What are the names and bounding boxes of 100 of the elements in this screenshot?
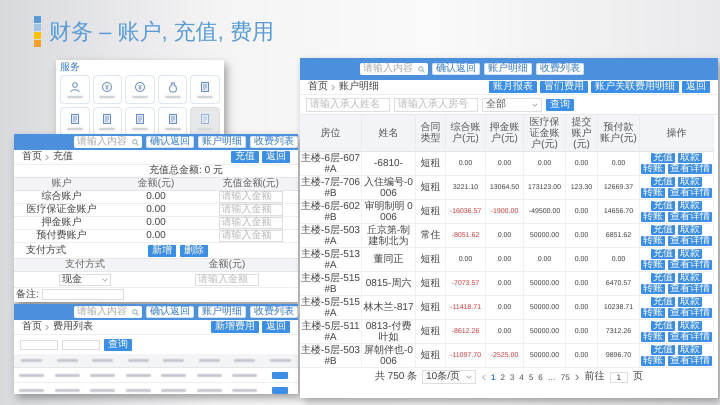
service-tile[interactable] — [60, 107, 90, 136]
row-action-button[interactable]: 转账 — [641, 284, 665, 294]
toolbar-button[interactable]: 确认返回 — [146, 136, 194, 148]
row-action-button[interactable] — [272, 372, 288, 378]
row-action-button[interactable] — [272, 386, 288, 394]
column-header: 支付方式 — [14, 259, 156, 272]
page-size-select[interactable]: 10条/页 — [422, 370, 476, 384]
row-action-button[interactable]: 充值 — [651, 273, 675, 283]
filter-input-field[interactable] — [20, 340, 58, 350]
row-action-button[interactable]: 充值 — [651, 321, 675, 331]
previous-page-icon[interactable] — [481, 374, 486, 380]
row-action-button[interactable]: 转账 — [641, 236, 665, 246]
page-link[interactable]: … — [548, 372, 556, 382]
document-icon — [199, 113, 212, 125]
table-cell: 押金账户 — [14, 217, 109, 230]
page-link[interactable]: 2 — [500, 372, 505, 382]
row-action-button[interactable]: 充值 — [651, 345, 675, 355]
row-action-button[interactable]: 转账 — [641, 212, 665, 222]
action-button[interactable]: 返回 — [682, 81, 710, 93]
section-title: 支付方式 — [26, 246, 66, 256]
service-tile[interactable] — [92, 75, 122, 104]
toolbar-button[interactable]: 账户明细 — [198, 136, 246, 148]
search-button[interactable]: 查询 — [546, 98, 574, 110]
row-action-button[interactable]: 充值 — [651, 177, 675, 187]
page-link[interactable]: 5 — [528, 372, 534, 382]
amount-input-field[interactable]: 请输入金额 — [218, 191, 283, 203]
row-action-button[interactable]: 转账 — [641, 164, 665, 174]
row-action-button[interactable]: 转账 — [641, 308, 665, 318]
filter-input-field[interactable] — [62, 340, 100, 350]
illegible-header — [198, 359, 220, 362]
amount-input-field[interactable]: 请输入金额 — [218, 204, 283, 216]
row-action-button[interactable]: 转账 — [641, 332, 665, 342]
breadcrumb-link[interactable]: 首页 — [308, 82, 328, 92]
filter-select[interactable]: 全部 — [482, 98, 542, 112]
action-button[interactable]: 账月报表 — [489, 81, 537, 93]
document-icon — [166, 113, 179, 125]
goto-page-field[interactable]: 1 — [610, 372, 628, 382]
table-cell: 0.00 — [108, 191, 204, 204]
service-tile[interactable] — [125, 75, 155, 104]
amount-input-field[interactable]: 请输入金额 — [218, 230, 283, 242]
row-action-button[interactable]: 转账 — [641, 260, 665, 270]
coin-icon — [101, 81, 114, 93]
color-squares-icon — [34, 16, 41, 47]
page-link[interactable]: 4 — [519, 372, 524, 382]
amount-input-field[interactable]: 请输入金额 — [195, 274, 259, 286]
toolbar-button[interactable]: 账户明细 — [198, 306, 246, 318]
toolbar-button[interactable]: 确认返回 — [146, 306, 194, 318]
action-button[interactable]: 充值 — [231, 151, 259, 163]
search-field[interactable]: 请输入内容 — [360, 63, 428, 75]
service-tile[interactable] — [125, 107, 155, 136]
row-action-button[interactable]: 充值 — [651, 225, 675, 235]
illegible-text — [90, 388, 116, 392]
row-action-button[interactable]: 转账 — [641, 356, 665, 366]
row-action-button[interactable]: 充值 — [651, 249, 675, 259]
service-tile[interactable] — [158, 75, 188, 104]
toolbar-button[interactable]: 账户明细 — [484, 63, 532, 75]
toolbar-button[interactable]: 收费列表 — [250, 136, 298, 148]
breadcrumb-link[interactable]: 首页 — [22, 152, 42, 162]
row-action-button[interactable]: 转账 — [641, 188, 665, 198]
remark-input-field[interactable] — [42, 289, 124, 300]
service-tile[interactable] — [158, 107, 188, 136]
toolbar-button[interactable]: 确认返回 — [432, 63, 480, 75]
table-cell: 主楼-5层-515#B — [300, 272, 362, 296]
service-tile[interactable] — [60, 75, 90, 104]
table-cell: 入住编号-0006 — [362, 176, 416, 200]
room-filter-field[interactable]: 请输入承人房号 — [394, 98, 478, 112]
row-action-button[interactable]: 充值 — [651, 297, 675, 307]
service-tile[interactable] — [190, 75, 220, 104]
action-button[interactable]: 删除 — [180, 244, 208, 256]
page-link[interactable]: 75 — [560, 372, 570, 382]
table-cell: -6810- — [362, 152, 416, 176]
search-field[interactable]: 请输入内容 — [74, 136, 142, 148]
service-tile[interactable] — [92, 107, 122, 136]
search-field[interactable]: 请输入内容 — [74, 306, 142, 318]
row-action-button[interactable]: 充值 — [651, 153, 675, 163]
page-link[interactable]: 6 — [538, 372, 543, 382]
illegible-text — [19, 388, 44, 392]
table-cell: 短租 — [416, 272, 446, 296]
action-button[interactable]: 冒们费用 — [540, 81, 588, 93]
search-button[interactable]: 查询 — [104, 338, 132, 350]
next-page-icon[interactable] — [574, 374, 580, 380]
page-link[interactable]: 1 — [491, 372, 496, 382]
table-cell: 短租 — [416, 344, 446, 368]
action-button[interactable]: 账户关联费用明细 — [591, 81, 679, 93]
toolbar-button[interactable]: 收费列表 — [250, 306, 298, 318]
toolbar-button[interactable]: 收费列表 — [536, 63, 584, 75]
action-button[interactable]: 新增 — [148, 244, 176, 256]
payment-method-select[interactable]: 现金 — [59, 274, 111, 286]
name-filter-field[interactable]: 请输入承人姓名 — [306, 98, 390, 112]
illegible-text — [54, 374, 80, 376]
action-button[interactable]: 返回 — [262, 321, 290, 333]
breadcrumb-link[interactable]: 首页 — [22, 322, 42, 332]
action-button[interactable]: 新增费用 — [211, 321, 259, 333]
page-link[interactable]: 3 — [510, 372, 514, 382]
amount-input-field[interactable]: 请输入金额 — [218, 217, 283, 229]
table-cell: 短租 — [416, 248, 446, 272]
table-cell: 短租 — [416, 176, 446, 200]
row-action-button[interactable]: 充值 — [651, 201, 675, 211]
table-cell: 主楼-6层-607#A — [300, 152, 362, 176]
action-button[interactable]: 返回 — [262, 151, 290, 163]
